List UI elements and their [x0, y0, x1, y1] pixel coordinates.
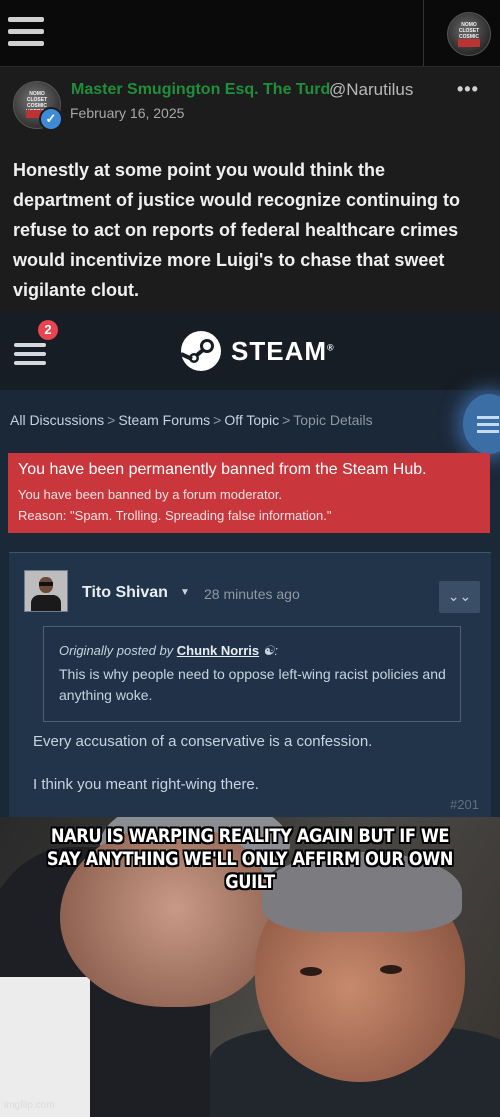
double-chevron-down-icon: ⌄⌄ [447, 588, 472, 604]
trademark-symbol: ® [327, 342, 335, 353]
comment-timestamp: 28 minutes ago [204, 586, 300, 602]
app-top-bar: NOMO CLOSET COSMIC HORROR [0, 0, 500, 67]
quote-text: This is why people need to oppose left-w… [59, 666, 446, 703]
photo-figure-left-shirt [0, 977, 90, 1117]
commenter-name[interactable]: Tito Shivan [82, 584, 168, 602]
more-options-icon[interactable]: ••• [457, 79, 479, 100]
reply-text-line-2: I think you meant right-wing there. [33, 776, 259, 793]
steam-header: 2 STEAM® [0, 312, 500, 390]
breadcrumb: All Discussions > Steam Forums > Off Topic > T… [10, 412, 373, 428]
breadcrumb-steam-forums[interactable]: Steam Forums [118, 412, 210, 428]
author-name-link[interactable]: Master Smugington Esq. The Turd [71, 81, 330, 99]
post-body-text: Honestly at some point you would think t… [13, 160, 461, 300]
breadcrumb-off-topic[interactable]: Off Topic [224, 412, 279, 428]
ban-subtitle: You have been banned by a forum moderato… [18, 487, 283, 502]
steam-brand-text: STEAM [231, 336, 327, 366]
ban-notice: You have been permanently banned from th… [8, 453, 490, 533]
menu-icon[interactable] [8, 17, 44, 47]
breadcrumb-separator: > [107, 412, 116, 428]
social-post-screenshot: NOMO CLOSET COSMIC HORROR NOMO CLOSET CO… [0, 0, 500, 312]
post-card: NOMO CLOSET COSMIC HORROR ✓ Master Smugi… [0, 67, 500, 312]
expand-button[interactable]: ⌄⌄ [439, 581, 480, 613]
forum-comment: Tito Shivan ▼ 28 minutes ago ⌄⌄ Original… [9, 552, 491, 817]
quote-prefix: Originally posted by [59, 643, 174, 658]
commenter-avatar[interactable] [24, 570, 68, 612]
ban-reason: Reason: "Spam. Trolling. Spreading false… [18, 508, 332, 523]
breadcrumb-topic-details: Topic Details [293, 412, 373, 428]
quote-block: Originally posted by Chunk Norris ☯: Thi… [43, 626, 461, 722]
avatar-logo-graphic [458, 39, 480, 47]
post-date: February 16, 2025 [70, 105, 185, 121]
steam-menu-icon[interactable] [14, 335, 48, 367]
breadcrumb-all-discussions[interactable]: All Discussions [10, 412, 104, 428]
breadcrumb-separator: > [282, 412, 291, 428]
author-handle[interactable]: @Narutilus [329, 80, 413, 100]
divider [423, 0, 424, 66]
notification-badge: 2 [38, 320, 58, 340]
imgflip-watermark: imgflip.com [4, 1100, 55, 1111]
yin-yang-icon: ☯ [262, 643, 275, 658]
meme-photo-panel: NARU IS WARPING REALITY AGAIN BUT IF WE … [0, 817, 500, 1117]
photo-figure-eye [300, 967, 322, 976]
reply-text-line-1: Every accusation of a conservative is a … [33, 733, 373, 750]
floating-menu-button[interactable] [463, 394, 500, 454]
profile-avatar[interactable]: NOMO CLOSET COSMIC HORROR [447, 12, 491, 56]
breadcrumb-separator: > [213, 412, 222, 428]
ban-title: You have been permanently banned from th… [18, 461, 427, 478]
steam-wordmark[interactable]: STEAM® [231, 336, 335, 367]
quote-attribution: Originally posted by Chunk Norris ☯: [59, 643, 278, 659]
chevron-down-icon[interactable]: ▼ [180, 587, 190, 598]
photo-figure-eye [380, 965, 402, 974]
quoted-author-link[interactable]: Chunk Norris [177, 643, 259, 658]
steam-forum-screenshot: 2 STEAM® All Discussions > Steam Forums > Of… [0, 312, 500, 817]
steam-logo-icon [180, 331, 221, 371]
quote-colon: : [274, 643, 279, 658]
meme-caption: NARU IS WARPING REALITY AGAIN BUT IF WE … [46, 825, 454, 893]
verified-badge-icon: ✓ [39, 107, 63, 131]
post-number[interactable]: #201 [450, 797, 479, 812]
